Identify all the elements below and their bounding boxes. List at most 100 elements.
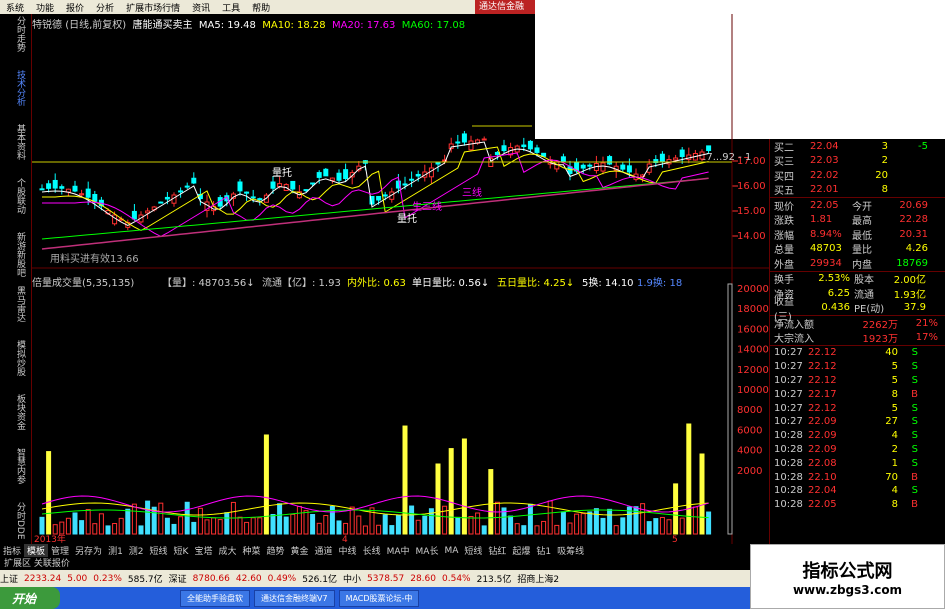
stat-label: 今开 <box>852 201 872 213</box>
candle-body <box>481 138 487 141</box>
candle-body <box>158 201 164 204</box>
stat-value: 48703 <box>810 243 842 255</box>
volume-axis-label: 2000 <box>737 466 762 477</box>
menu-bar: 系统 功能 报价 分析 扩展市场行情 资讯 工具 帮助 <box>0 0 535 14</box>
book-qty: 20 <box>875 169 888 181</box>
candle-body <box>646 163 652 173</box>
volume-bar <box>303 510 309 535</box>
tab-technical[interactable]: 技术分析 <box>14 70 25 122</box>
volume-bar <box>296 505 302 535</box>
volume-bar <box>257 517 263 535</box>
tick-price: 22.17 <box>808 388 837 400</box>
order-book-row: 买二 22.04 3 -5 <box>770 139 945 154</box>
taskbar-item[interactable]: 全能助手验盘软 <box>180 589 250 607</box>
tick-row: 10:27 22.12 5 S <box>770 360 945 374</box>
candle-body <box>679 149 685 158</box>
tick-time: 10:28 <box>774 430 803 442</box>
price-axis-label: 16.00 <box>737 181 766 192</box>
volume-bar <box>145 500 151 535</box>
candle-body <box>461 133 467 143</box>
menu-item-3[interactable]: 分析 <box>90 1 120 14</box>
tick-side: S <box>911 430 918 442</box>
menu-item-4[interactable]: 扩展市场行情 <box>120 1 186 14</box>
volume-bar <box>382 514 388 535</box>
tick-row: 10:28 22.04 4 S <box>770 484 945 498</box>
tick-side: S <box>911 416 918 428</box>
stat-value: 1.93亿 <box>893 289 926 301</box>
x-axis-label: 2013年 <box>34 533 66 544</box>
tab-darkhorse[interactable]: 黑马雷达 <box>14 286 25 338</box>
candle-body <box>382 194 388 197</box>
tick-row: 10:28 22.05 8 B <box>770 498 945 512</box>
tab-linkage[interactable]: 个股联动 <box>14 178 25 230</box>
indicator-tab[interactable]: MA <box>441 546 461 556</box>
menu-item-2[interactable]: 报价 <box>60 1 90 14</box>
flow-row: 净流入额 2262万 21% <box>770 316 945 331</box>
stat-label: 最低 <box>852 230 872 242</box>
volume-bar <box>706 511 712 535</box>
tick-price: 22.12 <box>808 347 837 359</box>
candle-body <box>607 156 613 165</box>
tab-sector-funds[interactable]: 板块资金 <box>14 394 25 446</box>
status-item: 213.5亿 <box>476 575 512 585</box>
candle-body <box>580 164 586 169</box>
menu-item-7[interactable]: 帮助 <box>246 1 276 14</box>
volume-bar <box>666 519 672 535</box>
candle-body <box>59 186 65 189</box>
stat-value: 18769 <box>896 257 928 269</box>
status-item: 42.60 <box>235 573 262 584</box>
menu-item-5[interactable]: 资讯 <box>186 1 216 14</box>
volume-spike-outline <box>727 283 733 535</box>
volume-bar <box>409 505 415 535</box>
candle-body <box>250 196 256 199</box>
stat-row: 现价 22.05 今开 20.69 <box>770 198 945 213</box>
volume-bar <box>362 525 368 535</box>
menu-item-1[interactable]: 功能 <box>30 1 60 14</box>
volume-bar <box>46 451 52 535</box>
status-item: 招商上海2 <box>517 575 560 585</box>
tick-side: B <box>911 388 918 400</box>
volume-bar <box>125 508 131 535</box>
candle-body <box>72 185 78 192</box>
tick-vol: 5 <box>891 402 898 414</box>
tab-insights[interactable]: 智慧内参 <box>14 448 25 500</box>
volume-bar <box>164 517 170 535</box>
tick-time: 10:27 <box>774 347 803 359</box>
tick-side: S <box>911 485 918 497</box>
tab-new-stocks[interactable]: 新游新股吧 <box>14 232 25 284</box>
candle-body <box>415 173 421 177</box>
extension-tabs[interactable]: 扩展区 关联报价 <box>0 556 769 569</box>
volume-bar <box>92 523 98 535</box>
taskbar-item[interactable]: MACD股票论坛-中 <box>338 589 420 607</box>
menu-item-6[interactable]: 工具 <box>216 1 246 14</box>
tick-price: 22.04 <box>808 485 837 497</box>
volume-axis-label: 8000 <box>737 405 762 416</box>
tab-intraday[interactable]: 分时走势 <box>14 16 25 68</box>
taskbar-item[interactable]: 通达信金融终端V7 <box>254 589 335 607</box>
candle-body <box>79 193 85 196</box>
candle-body <box>560 156 566 163</box>
volume-bar <box>85 508 91 535</box>
volume-bar <box>376 524 382 535</box>
candle-body <box>673 157 679 161</box>
price-annotation: 用料买进有效13.66 <box>50 252 139 265</box>
volume-bar <box>244 521 250 535</box>
menu-item-0[interactable]: 系统 <box>0 1 30 14</box>
taskbar: 开始 全能助手验盘软 通达信金融终端V7 MACD股票论坛-中 <box>0 587 750 609</box>
volume-bar <box>508 515 514 535</box>
volume-bar <box>402 425 408 535</box>
tab-fundamentals[interactable]: 基本资料 <box>14 124 25 176</box>
ma60-line <box>41 177 709 240</box>
tick-time: 10:27 <box>774 388 803 400</box>
candle-body <box>626 165 632 173</box>
volume-bar <box>224 512 230 535</box>
volume-bar <box>197 507 203 535</box>
volume-bar <box>98 513 104 535</box>
chart-canvas[interactable]: 17.0016.0015.0014.0020000180001600014000… <box>32 14 769 544</box>
tick-time: 10:28 <box>774 499 803 511</box>
start-button[interactable]: 开始 <box>0 587 60 609</box>
candle-body <box>435 162 441 165</box>
candle-body <box>329 177 335 181</box>
volume-bar <box>138 525 144 535</box>
tab-sim[interactable]: 模拟炒股 <box>14 340 25 392</box>
